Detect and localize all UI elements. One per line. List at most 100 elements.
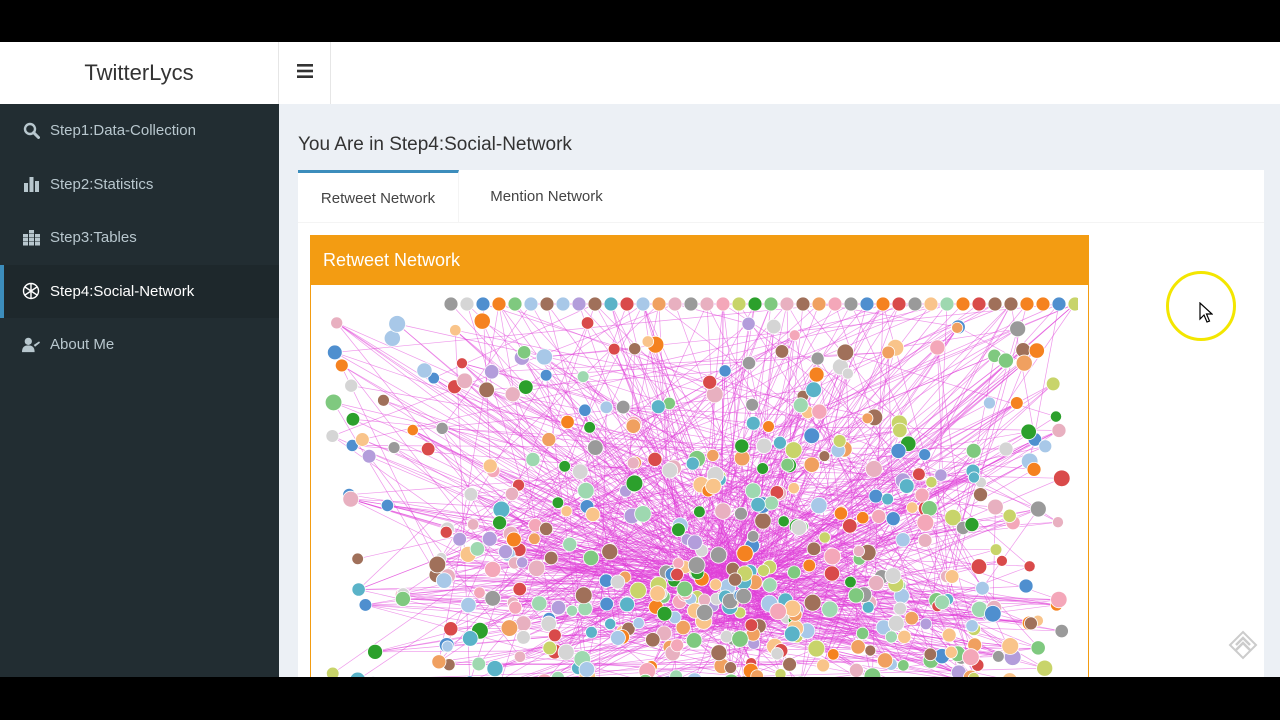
graph-node[interactable] (693, 505, 706, 519)
graph-node[interactable] (334, 358, 349, 373)
graph-node[interactable] (898, 478, 915, 494)
graph-node[interactable] (539, 521, 554, 536)
graph-node[interactable] (964, 517, 980, 532)
graph-node[interactable] (1049, 410, 1063, 423)
graph-node[interactable] (388, 315, 407, 333)
graph-node[interactable] (970, 558, 988, 575)
graph-node[interactable] (719, 629, 734, 644)
graph-node[interactable] (634, 505, 652, 523)
graph-node[interactable] (1018, 578, 1034, 594)
graph-node[interactable] (864, 644, 877, 657)
graph-node[interactable] (996, 554, 1008, 567)
graph-node[interactable] (607, 342, 621, 356)
graph-node[interactable] (734, 438, 750, 454)
graph-node[interactable] (351, 552, 364, 566)
graph-node[interactable] (435, 421, 449, 435)
graph-node[interactable] (810, 351, 825, 366)
graph-node[interactable] (941, 627, 957, 643)
graph-node[interactable] (780, 457, 795, 472)
graph-node[interactable] (504, 486, 520, 501)
sidebar-item-statistics[interactable]: Step2:Statistics (0, 158, 279, 212)
graph-node[interactable] (706, 448, 720, 462)
graph-node[interactable] (852, 545, 865, 558)
graph-node[interactable] (469, 541, 486, 557)
graph-node[interactable] (965, 619, 979, 633)
graph-node[interactable] (766, 318, 782, 335)
graph-node[interactable] (916, 513, 935, 532)
graph-node[interactable] (875, 296, 891, 312)
graph-node[interactable] (757, 564, 770, 577)
graph-node[interactable] (710, 644, 728, 662)
graph-node[interactable] (459, 296, 475, 312)
graph-node[interactable] (818, 450, 831, 462)
graph-node[interactable] (939, 296, 955, 312)
graph-node[interactable] (859, 296, 875, 312)
graph-node[interactable] (998, 441, 1014, 457)
graph-node[interactable] (1023, 560, 1036, 573)
graph-node[interactable] (863, 667, 882, 677)
graph-node[interactable] (755, 437, 773, 454)
graph-node[interactable] (578, 403, 592, 417)
graph-node[interactable] (792, 397, 809, 414)
graph-node[interactable] (784, 441, 803, 459)
sidebar-item-data-collection[interactable]: Step1:Data-Collection (0, 104, 279, 158)
graph-node[interactable] (629, 581, 647, 600)
graph-node[interactable] (650, 399, 666, 415)
graph-node[interactable] (1002, 508, 1017, 523)
graph-node[interactable] (823, 547, 842, 566)
graph-node[interactable] (881, 345, 896, 360)
graph-node[interactable] (452, 531, 467, 547)
graph-node[interactable] (512, 581, 527, 597)
graph-node[interactable] (944, 645, 958, 659)
graph-node[interactable] (449, 324, 462, 337)
graph-node[interactable] (1003, 296, 1019, 312)
graph-node[interactable] (439, 525, 453, 539)
graph-node[interactable] (897, 629, 912, 644)
graph-node[interactable] (823, 565, 841, 582)
graph-node[interactable] (625, 418, 641, 434)
graph-node[interactable] (844, 575, 857, 589)
graph-node[interactable] (865, 460, 883, 478)
graph-node[interactable] (783, 599, 802, 618)
graph-node[interactable] (992, 650, 1005, 663)
graph-node[interactable] (747, 296, 763, 312)
graph-node[interactable] (847, 587, 865, 604)
graph-node[interactable] (1002, 672, 1018, 677)
graph-node[interactable] (1001, 637, 1020, 655)
graph-node[interactable] (787, 565, 802, 580)
graph-node[interactable] (967, 471, 980, 484)
graph-node[interactable] (645, 632, 661, 648)
graph-node[interactable] (541, 432, 557, 447)
graph-node[interactable] (473, 586, 486, 599)
graph-node[interactable] (917, 533, 933, 548)
graph-node[interactable] (715, 296, 731, 312)
graph-node[interactable] (557, 643, 575, 661)
graph-node[interactable] (893, 601, 908, 616)
graph-node[interactable] (543, 550, 559, 566)
graph-node[interactable] (951, 321, 964, 334)
graph-node[interactable] (518, 379, 534, 395)
graph-node[interactable] (516, 630, 531, 645)
graph-node[interactable] (326, 344, 343, 361)
graph-node[interactable] (466, 518, 480, 531)
graph-node[interactable] (1050, 590, 1068, 609)
graph-node[interactable] (1028, 342, 1045, 359)
graph-node[interactable] (777, 515, 790, 528)
graph-node[interactable] (632, 616, 645, 630)
graph-node[interactable] (676, 580, 693, 598)
graph-node[interactable] (576, 370, 590, 384)
graph-node[interactable] (1020, 423, 1037, 441)
graph-node[interactable] (802, 558, 817, 573)
graph-node[interactable] (1053, 469, 1071, 488)
graph-node[interactable] (585, 506, 601, 523)
graph-node[interactable] (656, 605, 673, 622)
graph-node[interactable] (1045, 376, 1061, 392)
graph-node[interactable] (997, 352, 1014, 369)
graph-node[interactable] (868, 488, 884, 504)
graph-node[interactable] (550, 599, 567, 616)
graph-node[interactable] (394, 590, 411, 607)
graph-node[interactable] (973, 487, 988, 503)
graph-node[interactable] (500, 619, 519, 637)
graph-node[interactable] (774, 344, 790, 359)
graph-node[interactable] (762, 577, 778, 593)
